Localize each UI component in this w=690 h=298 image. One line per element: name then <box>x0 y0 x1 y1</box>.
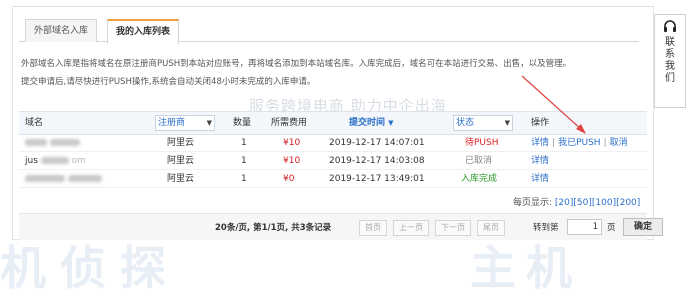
header-ops: 操作 <box>531 118 550 128</box>
page-unit-label: 页 <box>607 223 616 233</box>
registrar-cell: 阿里云 <box>167 174 195 184</box>
domain-prefix: jus <box>25 156 38 166</box>
dropdown-arrow-icon: ▼ <box>206 119 212 127</box>
fee-cell: ¥0 <box>283 174 295 184</box>
pagination-info: 20条/页, 第1/1页, 共3条记录 <box>215 223 332 233</box>
table-row: 阿里云 1 ¥0 2019-12-17 13:49:01 入库完成 详情 <box>19 171 647 188</box>
prev-page-button[interactable]: 上一页 <box>393 220 429 236</box>
ops-cell: 详情 <box>531 153 549 169</box>
quantity-cell: 1 <box>241 138 247 148</box>
tab-my-import-list[interactable]: 我的入库列表 <box>107 19 180 44</box>
domain-cell-redacted <box>25 171 102 187</box>
tab-bar: 外部域名入库 我的入库列表 <box>19 15 639 44</box>
status-cell: 已取消 <box>465 156 493 166</box>
registrar-filter-label: 注册商 <box>158 118 186 128</box>
pushed-link[interactable]: 我已PUSH <box>558 138 601 148</box>
domain-import-panel: 外部域名入库 我的入库列表 外部域名入库是指将域名在原注册商PUSH到本站对应账… <box>12 6 663 240</box>
ops-cell: 详情 <box>531 171 549 187</box>
table-header: 域名 注册商 ▼ 数量 所需费用 提交时间 ▼ 状态 ▼ 操作 <box>19 111 647 135</box>
time-cell: 2019-12-17 13:49:01 <box>329 174 425 184</box>
page-size-50[interactable]: [50] <box>573 198 591 208</box>
header-fee: 所需费用 <box>271 118 308 128</box>
detail-link[interactable]: 详情 <box>531 174 549 184</box>
header-submit-time-sort[interactable]: 提交时间 ▼ <box>349 112 394 134</box>
phone-headset-icon <box>664 20 676 32</box>
fee-cell: ¥10 <box>283 138 301 148</box>
first-page-button[interactable]: 首页 <box>359 220 387 236</box>
fee-cell: ¥10 <box>283 156 301 166</box>
submit-time-label: 提交时间 <box>349 118 386 128</box>
table-row: 阿里云 1 ¥10 2019-12-17 14:07:01 待PUSH 详情 | 我… <box>19 135 647 152</box>
description-line-1: 外部域名入库是指将域名在原注册商PUSH到本站对应账号，再将域名添加到本站域名库… <box>21 59 572 69</box>
page-size-200[interactable]: [200] <box>616 198 640 208</box>
goto-page-input[interactable]: 1 <box>567 219 602 235</box>
next-page-button[interactable]: 下一页 <box>435 220 471 236</box>
time-cell: 2019-12-17 14:07:01 <box>329 138 425 148</box>
quantity-cell: 1 <box>241 156 247 166</box>
domain-suffix: om <box>71 156 86 166</box>
contact-us-widget[interactable]: 联系我们 <box>654 14 686 108</box>
tab-external-import[interactable]: 外部域名入库 <box>25 19 98 42</box>
goto-label: 转到第 <box>533 223 559 233</box>
status-filter-label: 状态 <box>456 118 475 128</box>
domain-cell-redacted <box>25 135 80 151</box>
domain-cell: jus om <box>25 153 86 169</box>
registrar-cell: 阿里云 <box>167 138 195 148</box>
sort-down-icon: ▼ <box>388 119 394 127</box>
quantity-cell: 1 <box>241 174 247 184</box>
detail-link[interactable]: 详情 <box>531 138 549 148</box>
header-quantity: 数量 <box>233 118 252 128</box>
last-page-button[interactable]: 尾页 <box>477 220 505 236</box>
page-size-100[interactable]: [100] <box>592 198 616 208</box>
registrar-filter-select[interactable]: 注册商 ▼ <box>155 115 215 131</box>
pagination-bar: 20条/页, 第1/1页, 共3条记录 首页 上一页 下一页 尾页 转到第 1 … <box>19 213 663 240</box>
contact-us-label: 联系我们 <box>665 37 675 84</box>
status-cell: 待PUSH <box>465 138 499 148</box>
status-filter-select[interactable]: 状态 ▼ <box>453 115 513 131</box>
status-cell: 入库完成 <box>461 174 498 184</box>
header-domain: 域名 <box>25 118 44 128</box>
goto-confirm-button[interactable]: 确定 <box>623 218 663 236</box>
page-size-selector: 每页显示: [20][50][100][200] <box>513 195 640 208</box>
description-line-2: 提交申请后,请尽快进行PUSH操作,系统会自动关闭48小时未完成的入库申请。 <box>21 77 316 87</box>
dropdown-arrow-icon: ▼ <box>504 119 510 127</box>
detail-link[interactable]: 详情 <box>531 156 549 166</box>
watermark-bottom-right: 主机 <box>470 241 582 295</box>
registrar-cell: 阿里云 <box>167 156 195 166</box>
page-size-20[interactable]: [20] <box>555 198 573 208</box>
cancel-link[interactable]: 取消 <box>610 138 628 148</box>
time-cell: 2019-12-17 14:03:08 <box>329 156 425 166</box>
page-size-label: 每页显示: <box>513 198 553 208</box>
table-row: jus om 阿里云 1 ¥10 2019-12-17 14:03:08 已取消… <box>19 153 647 170</box>
watermark-bottom-left: 机侦探 <box>0 241 180 295</box>
ops-cell: 详情 | 我已PUSH | 取消 <box>531 138 628 148</box>
